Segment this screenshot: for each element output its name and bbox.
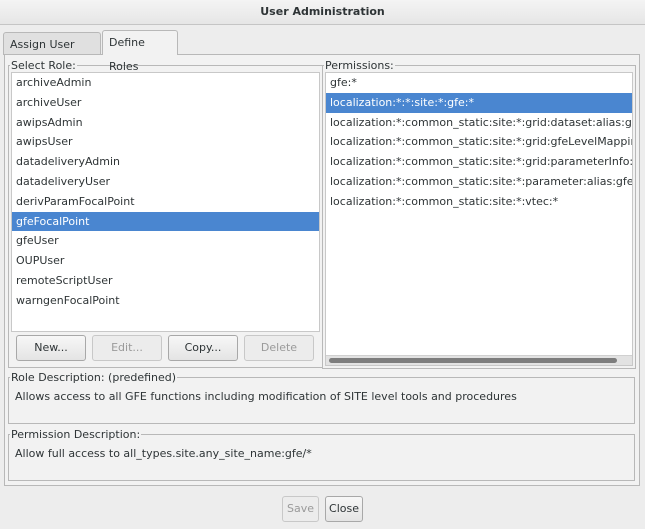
role-item[interactable]: datadeliveryUser <box>12 172 319 192</box>
delete-role-button[interactable]: Delete <box>244 335 314 361</box>
permissions-list[interactable]: gfe:* localization:*:*:site:*:gfe:* loca… <box>325 72 633 366</box>
role-item[interactable]: datadeliveryAdmin <box>12 152 319 172</box>
role-item[interactable]: archiveUser <box>12 93 319 113</box>
permission-item[interactable]: gfe:* <box>326 73 632 93</box>
permission-item[interactable]: localization:*:common_static:site:*:grid… <box>326 113 632 133</box>
permission-item[interactable]: localization:*:common_static:site:*:vtec… <box>326 192 632 212</box>
close-button[interactable]: Close <box>325 496 363 522</box>
permission-item[interactable]: localization:*:common_static:site:*:grid… <box>326 132 632 152</box>
role-item[interactable]: awipsAdmin <box>12 113 319 133</box>
role-description-label: Role Description: (predefined) <box>11 371 177 384</box>
scrollbar-thumb[interactable] <box>329 358 617 363</box>
tab-assign-user-roles[interactable]: Assign User Roles <box>3 32 101 75</box>
permissions-label: Permissions: <box>325 59 394 72</box>
role-item-selected[interactable]: gfeFocalPoint <box>12 211 319 232</box>
edit-role-button[interactable]: Edit... <box>92 335 162 361</box>
role-description-text: Allows access to all GFE functions inclu… <box>15 390 517 403</box>
permission-description-text: Allow full access to all_types.site.any_… <box>15 447 312 460</box>
permission-description-label: Permission Description: <box>11 428 141 441</box>
permission-item-selected[interactable]: localization:*:*:site:*:gfe:* <box>326 92 632 113</box>
role-item[interactable]: awipsUser <box>12 132 319 152</box>
role-list[interactable]: archiveAdmin archiveUser awipsAdmin awip… <box>11 72 320 332</box>
permission-item[interactable]: localization:*:common_static:site:*:para… <box>326 172 632 192</box>
permissions-horizontal-scrollbar[interactable] <box>326 355 632 365</box>
role-item[interactable]: OUPUser <box>12 251 319 271</box>
window-title: User Administration <box>0 0 645 25</box>
role-item[interactable]: warngenFocalPoint <box>12 291 319 311</box>
role-item[interactable]: derivParamFocalPoint <box>12 192 319 212</box>
role-item[interactable]: gfeUser <box>12 231 319 251</box>
select-role-label: Select Role: <box>11 59 76 72</box>
permission-item[interactable]: localization:*:common_static:site:*:grid… <box>326 152 632 172</box>
copy-role-button[interactable]: Copy... <box>168 335 238 361</box>
role-item[interactable]: remoteScriptUser <box>12 271 319 291</box>
new-role-button[interactable]: New... <box>16 335 86 361</box>
save-button[interactable]: Save <box>282 496 319 522</box>
role-item[interactable]: archiveAdmin <box>12 73 319 93</box>
tab-define-roles[interactable]: Define Roles <box>102 30 178 73</box>
